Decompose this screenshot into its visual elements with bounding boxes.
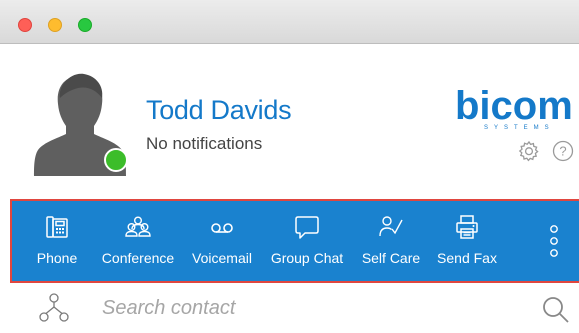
phone-icon: [46, 216, 68, 238]
org-chart-icon[interactable]: [38, 292, 70, 324]
window-minimize-button[interactable]: [48, 18, 62, 32]
toolbar-voicemail-label: Voicemail: [192, 250, 252, 266]
search-bar: [0, 283, 579, 333]
help-icon[interactable]: ?: [552, 140, 574, 162]
window-titlebar: [0, 0, 579, 44]
window-close-button[interactable]: [18, 18, 32, 32]
more-vertical-icon[interactable]: [548, 223, 560, 259]
toolbar-self-care-button[interactable]: Self Care: [352, 201, 430, 281]
toolbar-self-care-label: Self Care: [361, 250, 421, 266]
toolbar-phone-label: Phone: [36, 250, 78, 266]
toolbar-voicemail-button[interactable]: Voicemail: [184, 201, 260, 281]
toolbar-group-chat-button[interactable]: Group Chat: [264, 201, 350, 281]
bicom-logo: bicom: [455, 84, 573, 128]
svg-text:?: ?: [559, 144, 566, 159]
presence-status-indicator: [104, 148, 128, 172]
toolbar-send-fax-label: Send Fax: [437, 250, 497, 266]
search-contact-input[interactable]: [102, 293, 502, 323]
chat-bubble-icon: [295, 216, 319, 239]
toolbar-phone-button[interactable]: Phone: [22, 201, 92, 281]
window-maximize-button[interactable]: [78, 18, 92, 32]
toolbar-send-fax-button[interactable]: Send Fax: [432, 201, 502, 281]
bicom-logo-subtitle: SYSTEMS: [484, 125, 555, 131]
toolbar-group-chat-label: Group Chat: [270, 250, 344, 266]
self-care-icon: [379, 216, 403, 237]
gear-icon[interactable]: [518, 140, 540, 162]
user-name[interactable]: Todd Davids: [146, 95, 292, 126]
fax-icon: [456, 215, 478, 239]
toolbar-conference-button[interactable]: Conference: [94, 201, 182, 281]
feature-toolbar: Phone Conference Voicemail Group Chat Se…: [10, 199, 579, 283]
conference-icon: [125, 216, 151, 237]
search-icon[interactable]: [541, 295, 571, 325]
toolbar-conference-label: Conference: [101, 250, 175, 266]
voicemail-icon: [211, 223, 233, 233]
notifications-status[interactable]: No notifications: [146, 134, 262, 154]
